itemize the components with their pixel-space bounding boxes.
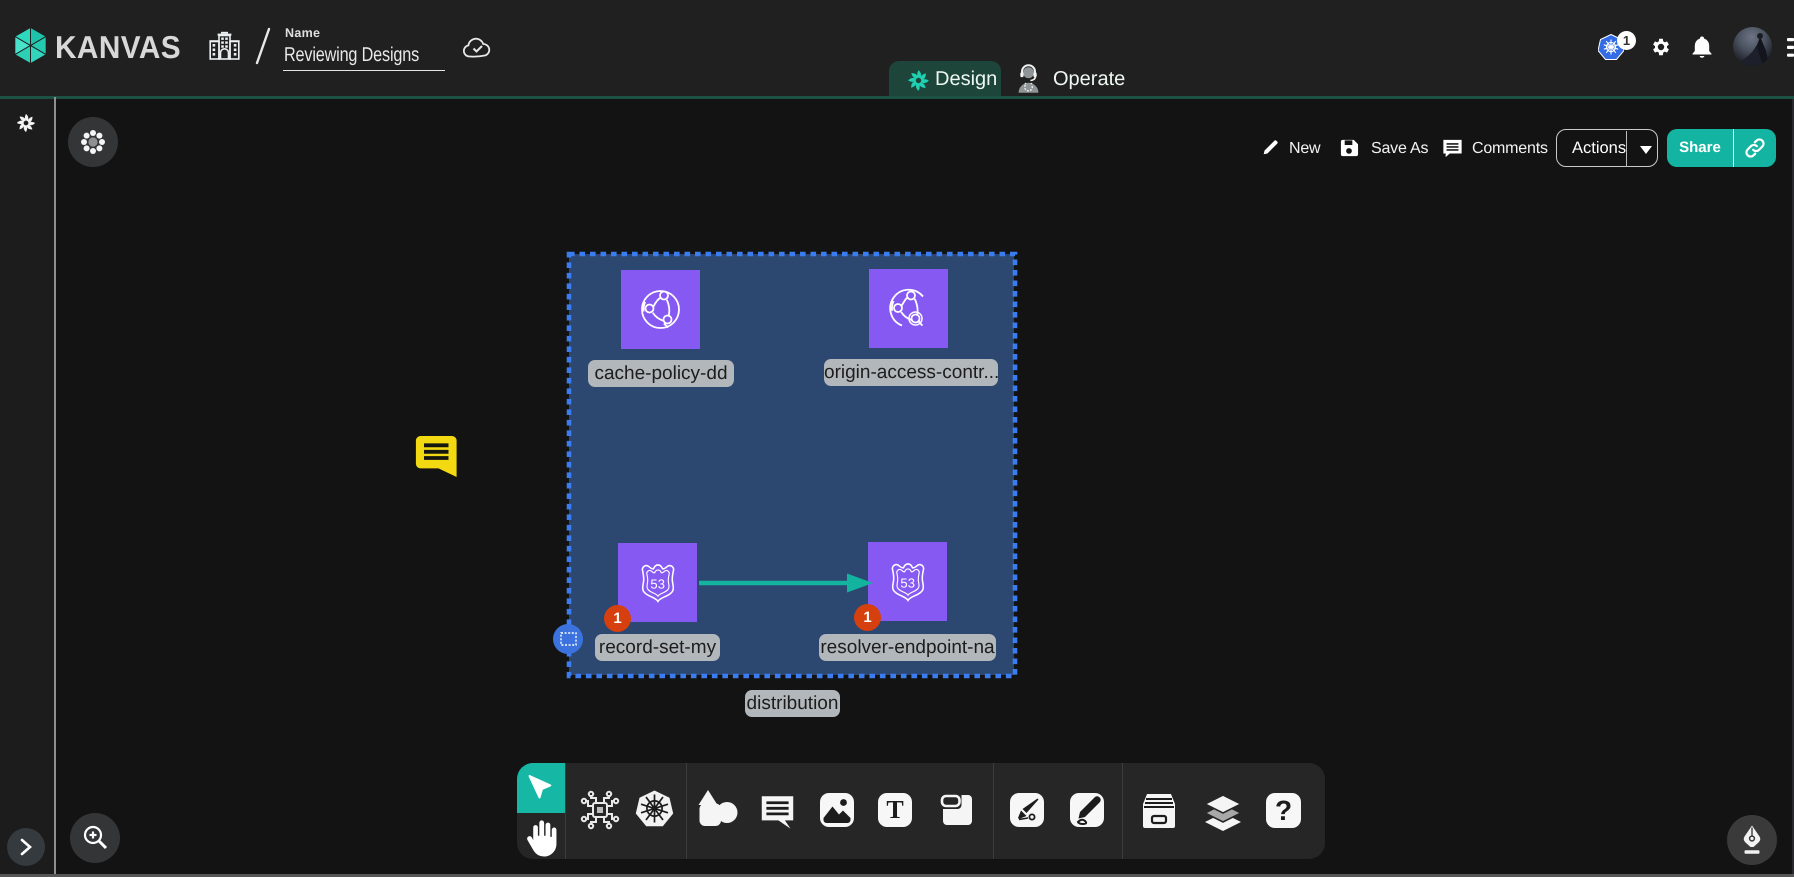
svg-text:53: 53 [900, 576, 915, 591]
svg-text:53: 53 [650, 577, 665, 592]
